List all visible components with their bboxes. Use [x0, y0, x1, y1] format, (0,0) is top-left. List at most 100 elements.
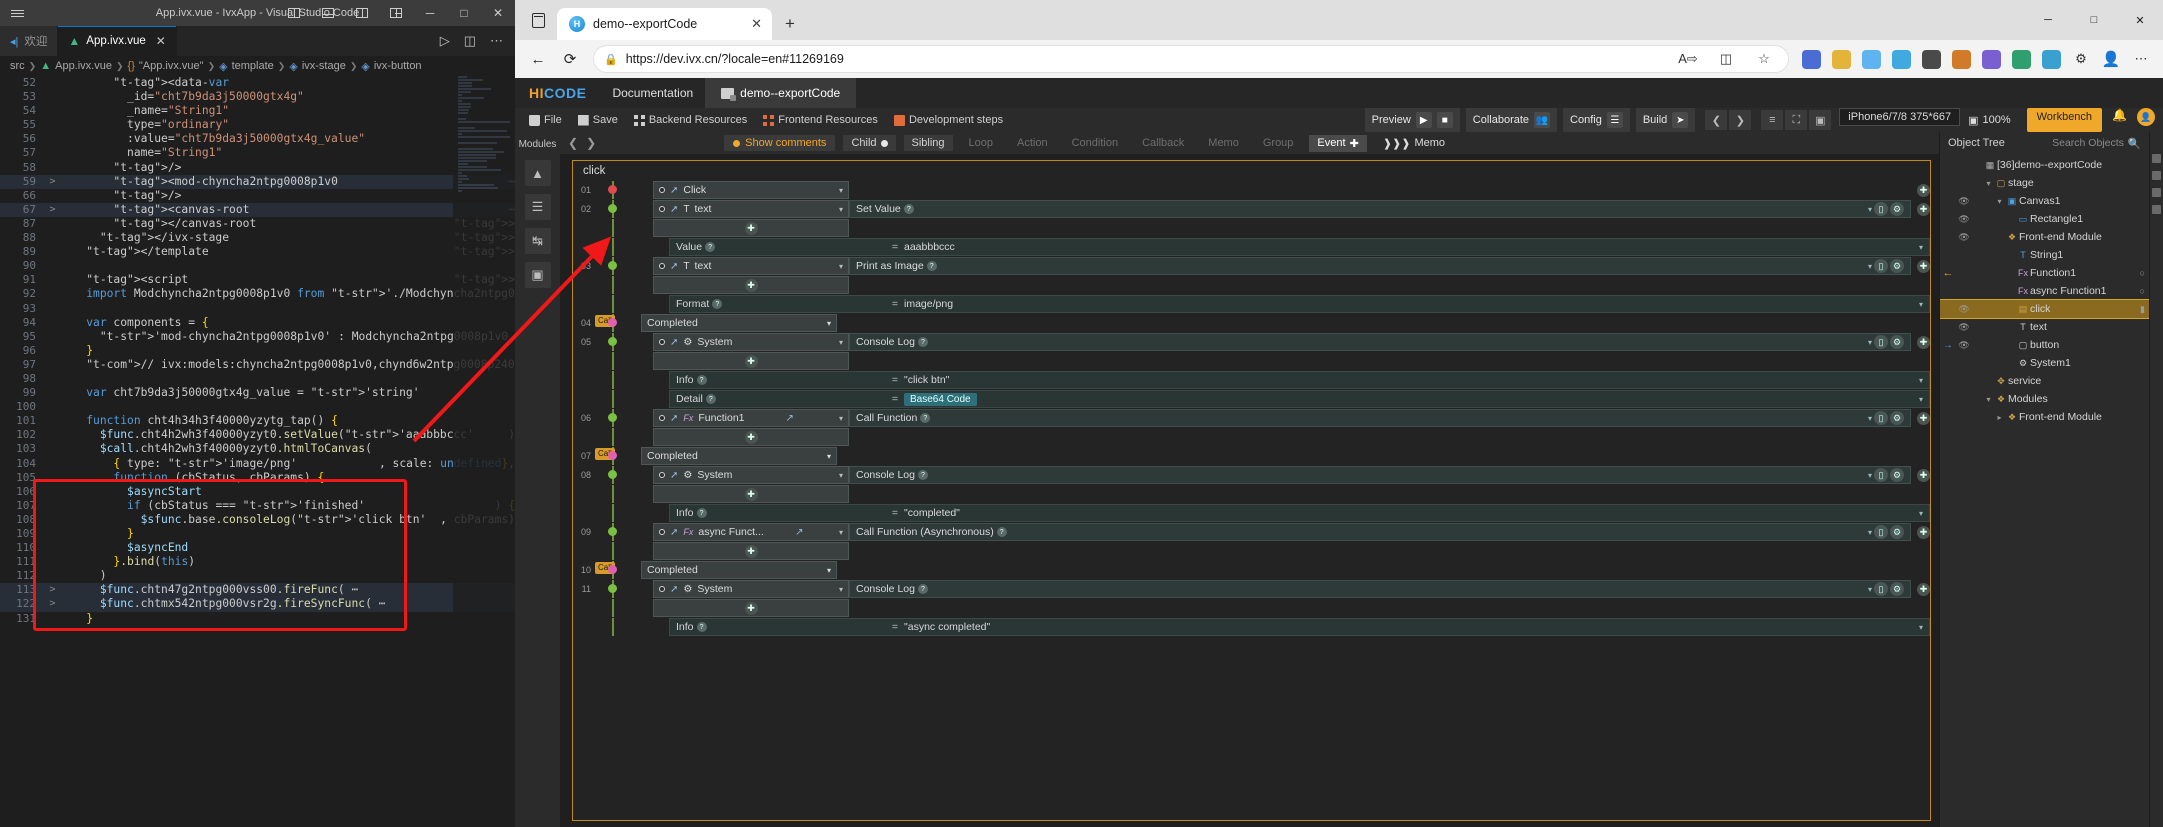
node-dot-icon[interactable] [608, 261, 617, 270]
object-search[interactable]: Search Objects 🔍 [2052, 137, 2141, 150]
chevron-down-icon[interactable]: ▾ [1868, 338, 1872, 347]
visibility-icon[interactable]: 👁 [1956, 340, 1972, 351]
more-action-icon[interactable]: ⚙ [1890, 411, 1904, 425]
add-child-slot[interactable]: ✚ [653, 219, 849, 237]
code-line[interactable]: 66 "t-tag">/> [0, 189, 515, 203]
code-line[interactable]: 113 > $func.chtn47g2ntpg000vss00.fireFunc… [0, 583, 515, 598]
tree-toggle-icon[interactable]: ▾ [1983, 179, 1994, 188]
flow-param-row[interactable]: Format? = image/png ▾ [573, 295, 1930, 313]
code-line[interactable]: 112 ) [0, 569, 515, 583]
callback-button[interactable]: Callback [1134, 135, 1192, 151]
tree-toggle-icon[interactable]: ▾ [1994, 197, 2005, 206]
param-row[interactable]: Detail? = Base64 Code ▾ [669, 390, 1930, 408]
memo-button[interactable]: Memo [1200, 135, 1247, 151]
code-line[interactable]: 108 $sfunc.base.consoleLog("t-str">'clic… [0, 513, 515, 527]
plus-icon[interactable]: ✚ [744, 430, 758, 444]
toolbar-frontend-resources[interactable]: Frontend Resources [755, 108, 886, 132]
code-line[interactable]: 55 type="ordinary" [0, 118, 515, 132]
visibility-icon[interactable]: 👁 [1956, 304, 1972, 315]
code-line[interactable]: 88 "t-tag"></ivx-stage"t-tag">> [0, 231, 515, 245]
chevron-down-icon[interactable]: ▾ [839, 528, 843, 537]
browser-minimize-button[interactable]: ─ [2025, 4, 2071, 36]
rail-icon-3[interactable] [2152, 188, 2161, 197]
window-close-button[interactable]: ✕ [481, 0, 515, 26]
chevron-down-icon[interactable]: ▾ [827, 452, 831, 461]
extension-icon-3[interactable] [1887, 45, 1915, 73]
extension-icon-7[interactable] [2007, 45, 2035, 73]
chevron-down-icon[interactable]: ▾ [827, 566, 831, 575]
chevron-down-icon[interactable]: ▾ [1868, 471, 1872, 480]
flow-node-row[interactable]: 01 ➚ Click ▾ ✚ [573, 181, 1930, 199]
object-tree-item[interactable]: ▸ ❖ Front-end Module [1940, 408, 2149, 426]
code-line[interactable]: 101 function cht4h34h3f40000yzytg_tap() … [0, 414, 515, 428]
customize-layout-icon[interactable] [379, 0, 413, 26]
help-icon[interactable]: ? [917, 337, 928, 347]
param-value[interactable]: "click btn" ▾ [904, 374, 1923, 386]
object-tree-item[interactable]: Fx async Function1 ○ [1940, 282, 2149, 300]
flow-node-row[interactable]: 05 ➚ ⚙ System ▾ Console Log? ▾ ▯ ⚙ ✚ [573, 333, 1930, 351]
back-arrow-icon[interactable]: ← [1940, 267, 1956, 279]
code-line[interactable]: 90 [0, 259, 515, 273]
flow-param-row[interactable]: Detail? = Base64 Code ▾ [573, 390, 1930, 408]
split-editor-icon[interactable] [277, 0, 311, 26]
code-line[interactable]: 106 $asyncStart [0, 485, 515, 499]
add-node-icon[interactable]: ✚ [1917, 183, 1930, 197]
add-child-slot[interactable]: ✚ [653, 599, 849, 617]
play-icon[interactable]: ▶ [1415, 112, 1432, 128]
chevron-down-icon[interactable]: ▾ [839, 186, 843, 195]
param-value[interactable]: "completed" ▾ [904, 507, 1923, 519]
help-icon[interactable]: ? [705, 394, 716, 404]
browser-close-button[interactable]: ✕ [2117, 4, 2163, 36]
project-tab[interactable]: demo--exportCode [705, 78, 857, 108]
menu-documentation[interactable]: Documentation [600, 78, 705, 108]
add-event-button[interactable]: Event ✚ [1309, 134, 1367, 152]
help-icon[interactable]: ? [712, 299, 723, 309]
plus-icon[interactable]: ✚ [744, 278, 758, 292]
code-line[interactable]: 94 var components = { [0, 316, 515, 330]
more-actions-icon[interactable]: ⋯ [484, 33, 509, 49]
collections-icon[interactable] [1797, 45, 1825, 73]
nav-prev-icon[interactable]: ❮ [1705, 110, 1728, 130]
more-action-icon[interactable]: ⚙ [1890, 468, 1904, 482]
flow-node-row[interactable]: 09 ➚ Fx async Funct... ↗ ▾ Call Function (Asyn… [573, 523, 1930, 541]
chart-tool-icon[interactable]: ▲ [524, 160, 551, 186]
fold-toggle-icon[interactable]: > [46, 583, 59, 597]
fold-toggle-icon[interactable]: > [46, 203, 59, 217]
add-child-slot[interactable]: ✚ [653, 428, 849, 446]
object-tree-item[interactable]: 👁 ▭ Rectangle1 [1940, 210, 2149, 228]
code-line[interactable]: 58 "t-tag">/> [0, 161, 515, 175]
chevron-down-icon[interactable]: ▾ [839, 205, 843, 214]
copy-action-icon[interactable]: ▯ [1874, 411, 1888, 425]
fold-toggle-icon[interactable]: > [46, 175, 59, 189]
flow-node-row[interactable]: 04 Call Completed ▾ [573, 314, 1930, 332]
device-selector[interactable]: iPhone6/7/8 375*667 [1839, 108, 1961, 126]
code-line[interactable]: 111 }.bind(this) [0, 555, 515, 569]
sibling-button[interactable]: Sibling [903, 135, 953, 151]
build-group[interactable]: Build ➤ [1635, 108, 1696, 132]
code-line[interactable]: 53 _id="cht7b9da3j50000gtx4g" [0, 90, 515, 104]
responsive-icon[interactable]: ▣ [1809, 110, 1832, 130]
help-icon[interactable]: ? [996, 527, 1007, 537]
node-dot-icon[interactable] [608, 204, 617, 213]
flow-node-row[interactable]: 07 Call Completed ▾ [573, 447, 1930, 465]
object-tree-item[interactable]: ⚙ System1 [1940, 354, 2149, 372]
chevron-down-icon[interactable]: ▾ [839, 471, 843, 480]
node-dot-icon[interactable] [608, 337, 617, 346]
code-line[interactable]: 105 function (cbStatus, cbParams) { [0, 471, 515, 485]
code-line[interactable]: 95 "t-str">'mod-chyncha2ntpg0008p1v0': M… [0, 330, 515, 344]
flow-node-chip[interactable]: ➚ Click ▾ [653, 181, 849, 199]
copy-action-icon[interactable]: ▯ [1874, 335, 1888, 349]
close-icon[interactable]: ✕ [751, 16, 762, 32]
chevron-down-icon[interactable]: ▾ [1868, 205, 1872, 214]
help-icon[interactable]: ? [903, 204, 914, 214]
code-line[interactable]: 100 [0, 400, 515, 414]
condition-button[interactable]: Condition [1064, 135, 1126, 151]
object-tree-item[interactable]: 👁 ❖ Front-end Module [1940, 228, 2149, 246]
add-child-slot[interactable]: ✚ [653, 542, 849, 560]
code-line[interactable]: 97 "t-com">// ivx:models:chyncha2ntpg000… [0, 358, 515, 372]
settings-tool-icon[interactable]: ☰ [524, 194, 551, 220]
chevron-down-icon[interactable]: ▾ [827, 319, 831, 328]
flow-action-panel[interactable]: Call Function? ▾ ▯ ⚙ [849, 409, 1911, 427]
window-maximize-button[interactable]: □ [447, 0, 481, 26]
extension-icon-2[interactable] [1857, 45, 1885, 73]
